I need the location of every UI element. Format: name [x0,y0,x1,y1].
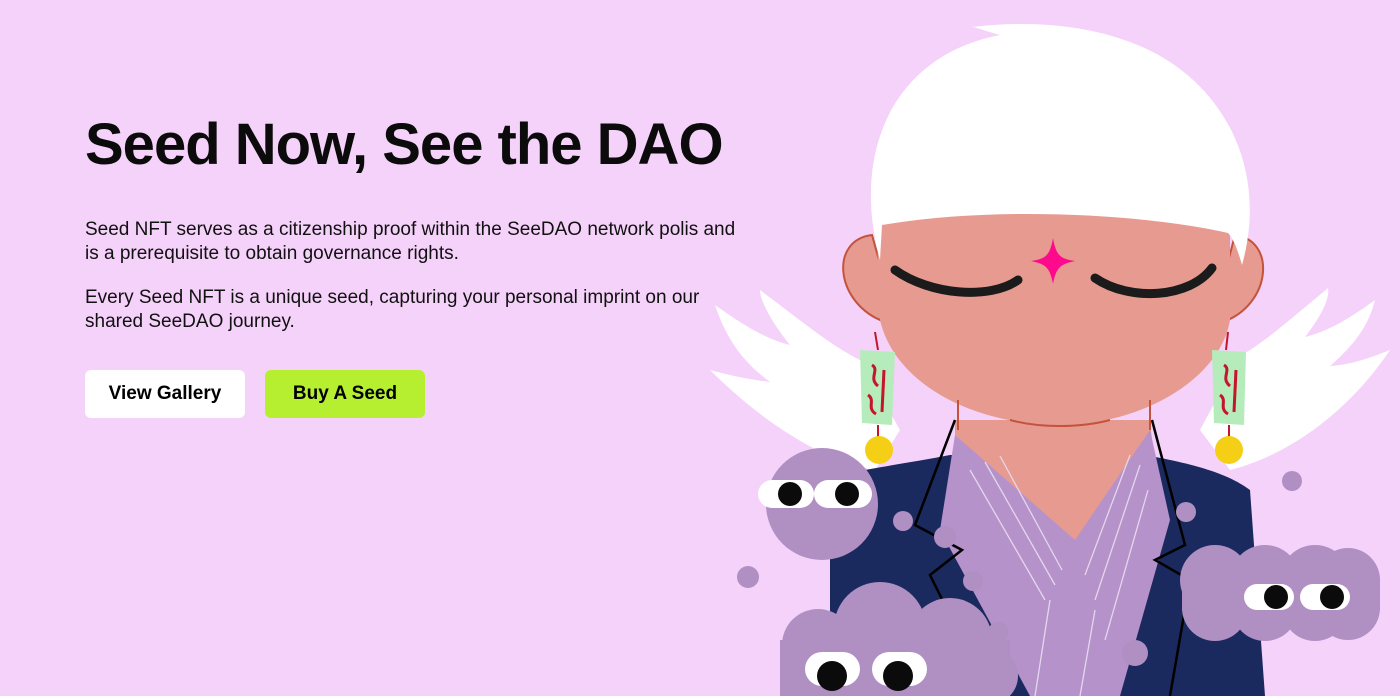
hero-description-2: Every Seed NFT is a unique seed, capturi… [85,287,700,332]
hero-illustration [710,23,1390,696]
hero-section: Seed Now, See the DAO Seed NFT serves as… [85,112,765,418]
view-gallery-button[interactable]: View Gallery [85,370,245,418]
hero-description-1: Seed NFT serves as a citizenship proof w… [85,219,736,264]
blob-creature-right [1180,545,1380,641]
blob-creature-left [758,448,878,560]
right-earring-graphic [1212,331,1246,464]
hero-actions: View Gallery Buy A Seed [85,370,765,418]
hero-title: Seed Now, See the DAO [85,112,724,177]
buy-seed-button[interactable]: Buy A Seed [265,370,425,418]
